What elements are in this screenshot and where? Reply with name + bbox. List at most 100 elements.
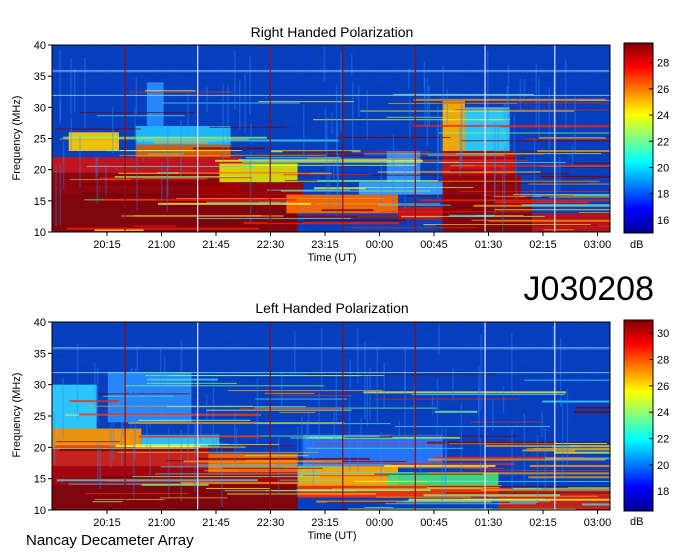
spectral-streak xyxy=(526,448,610,450)
time-striation xyxy=(55,164,57,226)
time-striation xyxy=(302,104,305,156)
spectral-streak xyxy=(56,479,258,482)
time-striation xyxy=(145,384,148,450)
spectral-streak xyxy=(377,204,451,206)
time-striation xyxy=(96,157,99,204)
interference-line xyxy=(52,94,610,96)
spectral-streak xyxy=(117,451,319,453)
spectral-streak xyxy=(97,393,190,395)
spectral-streak xyxy=(426,481,610,483)
time-striation xyxy=(392,134,395,212)
time-striation xyxy=(357,433,359,473)
spectral-streak xyxy=(85,493,190,495)
spectral-streak xyxy=(303,475,390,477)
time-striation xyxy=(294,331,296,375)
marker-line xyxy=(342,322,344,510)
spectral-streak xyxy=(525,449,610,451)
x-axis-label: Time (UT) xyxy=(307,252,356,264)
spectral-streak xyxy=(198,464,392,466)
x-tick-label: 22:30 xyxy=(257,517,285,529)
time-striation xyxy=(533,139,536,196)
time-striation xyxy=(446,88,448,125)
spectral-streak xyxy=(279,479,344,481)
time-striation xyxy=(194,424,196,493)
spectral-streak xyxy=(380,211,532,213)
time-striation xyxy=(544,428,547,490)
spectral-streak xyxy=(147,378,218,381)
x-tick-label: 20:15 xyxy=(93,239,121,251)
spectral-streak xyxy=(344,436,393,438)
spectral-streak xyxy=(206,409,352,411)
time-striation xyxy=(351,54,353,76)
time-striation xyxy=(369,367,371,421)
time-striation xyxy=(477,387,480,413)
time-striation xyxy=(318,393,320,444)
time-striation xyxy=(487,50,489,123)
time-striation xyxy=(168,427,170,500)
spectral-streak xyxy=(423,494,561,497)
spectral-streak xyxy=(307,373,497,375)
spectral-streak xyxy=(90,205,191,207)
time-striation xyxy=(404,161,406,209)
time-striation xyxy=(134,107,136,139)
spectral-streak xyxy=(282,150,352,153)
y-tick-label: 35 xyxy=(34,348,46,360)
time-striation xyxy=(205,394,208,423)
x-tick-label: 02:15 xyxy=(529,517,557,529)
y-tick-label: 40 xyxy=(34,317,46,329)
colorbar-tick-label: 18 xyxy=(657,486,669,498)
spectral-streak xyxy=(76,182,224,185)
colorbar-tick-label: 20 xyxy=(657,460,669,472)
x-tick-label: 01:30 xyxy=(475,239,503,251)
spectral-streak xyxy=(428,486,610,488)
x-tick-label: 22:30 xyxy=(257,239,285,251)
time-striation xyxy=(511,429,513,494)
colorbar-gradient xyxy=(623,42,654,234)
time-striation xyxy=(574,95,576,154)
spectral-streak xyxy=(274,395,352,397)
spectral-streak xyxy=(183,460,343,463)
colorbar-tick-label: 16 xyxy=(657,215,669,227)
time-striation xyxy=(366,376,368,427)
time-striation xyxy=(561,401,564,477)
time-striation xyxy=(571,144,574,165)
time-striation xyxy=(419,434,422,477)
spectral-streak xyxy=(437,102,610,104)
time-striation xyxy=(503,102,506,123)
spectral-streak xyxy=(360,110,574,112)
time-striation xyxy=(538,78,540,138)
time-striation xyxy=(110,422,112,468)
time-striation xyxy=(234,49,236,110)
time-striation xyxy=(357,328,359,384)
x-axis-label: Time (UT) xyxy=(307,530,356,542)
time-striation xyxy=(437,106,439,165)
spectral-streak xyxy=(493,196,526,198)
interference-line xyxy=(52,69,610,71)
marker-line xyxy=(414,45,416,232)
spectral-streak xyxy=(193,147,265,150)
time-striation xyxy=(351,82,354,153)
spectral-streak xyxy=(92,501,123,503)
spectral-streak xyxy=(288,215,402,218)
time-striation xyxy=(94,362,96,408)
y-tick-label: 30 xyxy=(34,380,46,392)
spectral-streak xyxy=(141,483,209,486)
time-striation xyxy=(166,124,169,197)
x-tick-label: 23:15 xyxy=(311,239,339,251)
spectral-streak xyxy=(132,476,321,478)
time-striation xyxy=(160,162,163,207)
time-striation xyxy=(428,85,430,127)
spectral-streak xyxy=(364,507,394,509)
spectral-streak xyxy=(103,395,174,397)
time-striation xyxy=(180,430,183,502)
time-striation xyxy=(307,408,310,470)
footer-caption: Nancay Decameter Array xyxy=(26,532,194,549)
time-striation xyxy=(541,411,543,438)
spectral-streak xyxy=(133,225,177,227)
time-striation xyxy=(280,371,283,407)
time-striation xyxy=(383,362,385,408)
time-striation xyxy=(320,328,323,391)
spectral-streak xyxy=(59,138,249,140)
spectral-streak xyxy=(158,202,311,205)
time-striation xyxy=(244,73,246,133)
